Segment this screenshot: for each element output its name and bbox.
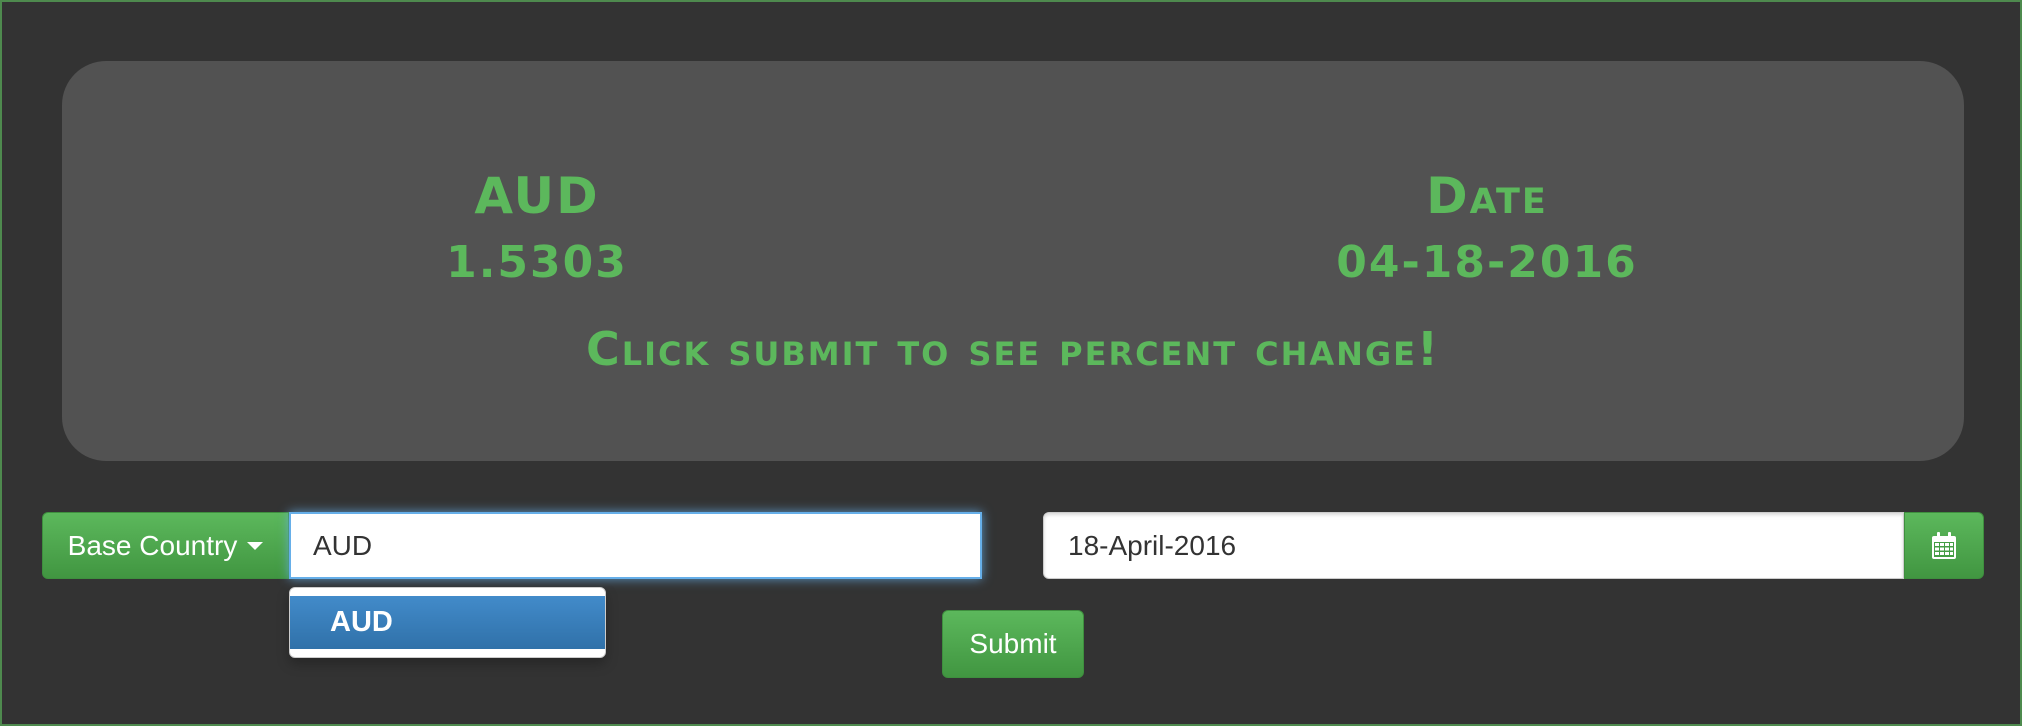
submit-button[interactable]: Submit	[942, 610, 1084, 678]
date-label: Date	[1426, 167, 1548, 225]
app-frame: AUD 1.5303 Date 04-18-2016 Click submit …	[0, 0, 2022, 726]
currency-input[interactable]	[289, 512, 982, 579]
calendar-icon	[1932, 531, 1956, 559]
percent-change-prompt: Click submit to see percent change!	[585, 322, 1441, 376]
base-country-label: Base Country	[67, 529, 238, 561]
suggestion-item-aud[interactable]: AUD	[290, 596, 605, 649]
caret-down-icon	[247, 541, 264, 550]
base-country-dropdown-button[interactable]: Base Country	[42, 512, 289, 579]
date-input[interactable]	[1043, 512, 1904, 579]
currency-suggestion-menu: AUD	[289, 587, 606, 658]
currency-rate-value: 1.5303	[446, 237, 628, 288]
calendar-button[interactable]	[1904, 512, 1984, 579]
currency-label: AUD	[474, 167, 600, 225]
date-value: 04-18-2016	[1336, 237, 1638, 288]
